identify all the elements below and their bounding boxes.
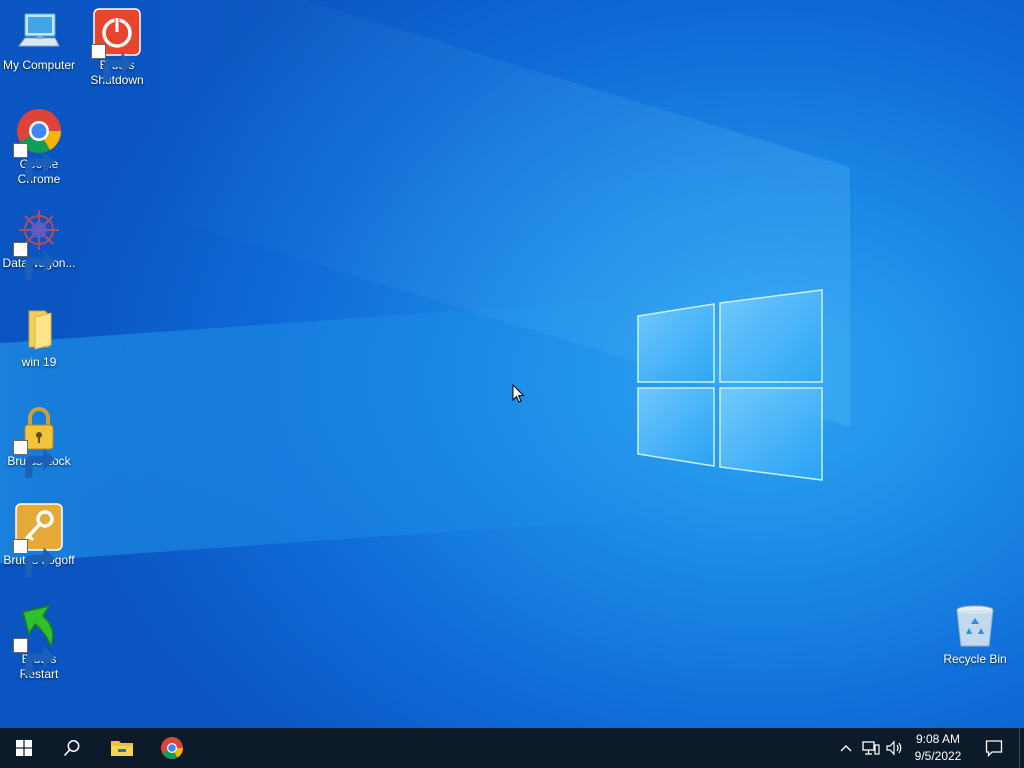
shortcut-arrow-icon: [91, 44, 133, 82]
taskbar-file-explorer[interactable]: [98, 728, 146, 768]
desktop-icon-brutus-restart[interactable]: Brutus Restart: [0, 596, 78, 682]
action-center-icon: [985, 740, 1003, 757]
clock[interactable]: 9:08 AM 9/5/2022: [906, 731, 970, 765]
windows-start-icon: [16, 740, 32, 756]
desktop-icon-my-computer[interactable]: My Computer: [0, 2, 78, 73]
shortcut-arrow-icon: [13, 242, 55, 280]
search-icon: [63, 740, 80, 757]
shortcut-arrow-icon: [13, 638, 55, 676]
folder-icon: [15, 305, 63, 353]
windows-logo-wallpaper: [637, 289, 823, 481]
desktop-icon-google-chrome[interactable]: Google Chrome: [0, 101, 78, 187]
mouse-cursor-icon: [512, 384, 525, 403]
green-arrow-icon: [13, 602, 63, 676]
action-center-button[interactable]: [976, 728, 1012, 768]
clock-date: 9/5/2022: [914, 749, 962, 763]
padlock-icon: [13, 404, 63, 478]
shortcut-arrow-icon: [13, 440, 55, 478]
desktop-icon-brutus-shutdown[interactable]: Brutus Shutdown: [78, 2, 156, 88]
key-icon: [13, 503, 63, 577]
datawagon-icon: [13, 206, 63, 280]
desktop-icon-label: My Computer: [2, 58, 76, 72]
shortcut-arrow-icon: [13, 143, 55, 181]
recycle-bin-icon: [951, 602, 999, 650]
desktop[interactable]: My Computer Brutus Shutdown Google Chrom…: [0, 0, 1024, 728]
chrome-icon: [161, 737, 183, 759]
network-icon: [862, 741, 880, 755]
chrome-icon: [13, 107, 63, 181]
taskbar: 9:08 AM 9/5/2022: [0, 728, 1024, 768]
search-button[interactable]: [48, 728, 96, 768]
taskbar-google-chrome[interactable]: [148, 728, 196, 768]
desktop-icon-label: Recycle Bin: [943, 652, 1007, 666]
volume-button[interactable]: [884, 728, 906, 768]
computer-icon: [15, 8, 63, 56]
volume-icon: [886, 740, 902, 756]
start-button[interactable]: [0, 728, 48, 768]
shortcut-arrow-icon: [13, 539, 55, 577]
desktop-icon-label: win 19: [21, 355, 57, 369]
file-explorer-icon: [111, 741, 133, 756]
power-icon: [91, 8, 141, 82]
clock-time: 9:08 AM: [915, 732, 961, 746]
wallpaper-light-beam: [0, 296, 660, 564]
desktop-icon-win19-folder[interactable]: win 19: [0, 299, 78, 370]
desktop-icon-datawagon[interactable]: DataWagon...: [0, 200, 78, 280]
show-desktop-strip[interactable]: [1019, 728, 1020, 768]
desktop-icon-recycle-bin[interactable]: Recycle Bin: [936, 596, 1014, 667]
desktop-icon-brutus-lock[interactable]: Brutus Lock: [0, 398, 78, 478]
network-button[interactable]: [860, 728, 882, 768]
desktop-icon-brutus-logoff[interactable]: Brutus Logoff: [0, 497, 78, 577]
chevron-up-icon: [840, 745, 852, 752]
show-hidden-icons-button[interactable]: [836, 728, 856, 768]
